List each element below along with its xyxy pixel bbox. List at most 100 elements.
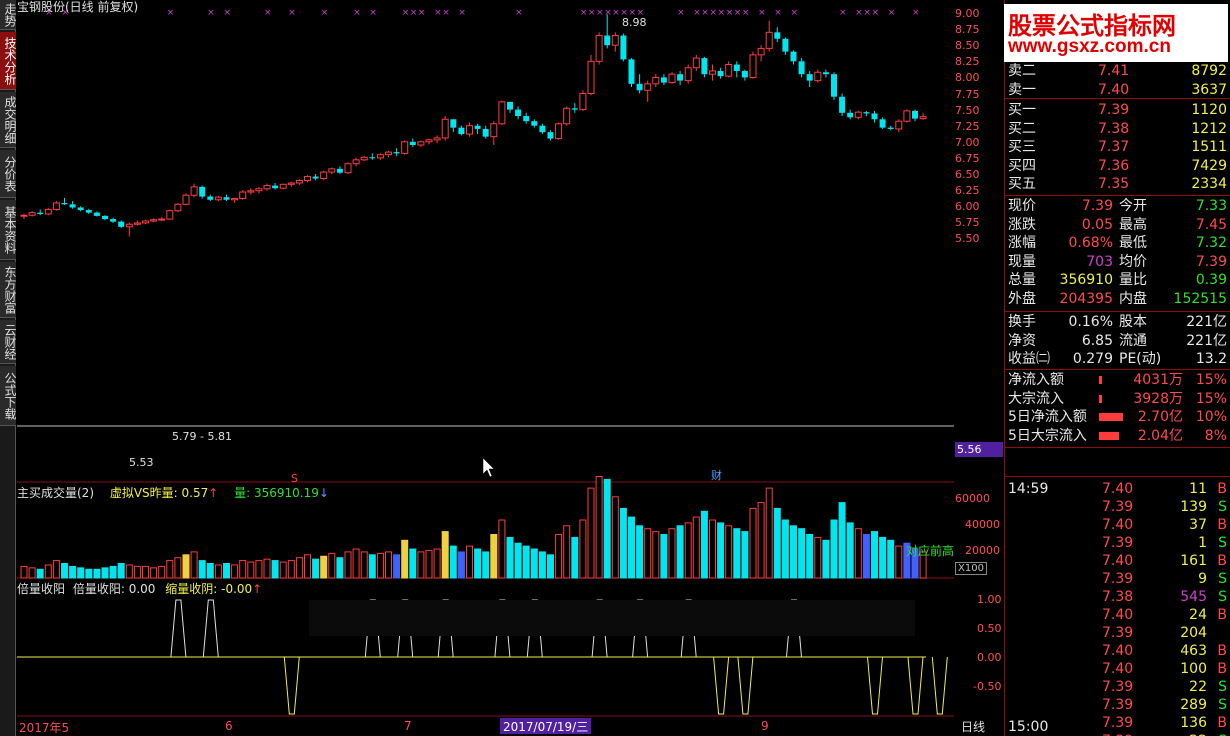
stats-row: 外盘 204395 内盘 152515 [1005,290,1230,309]
signal-x-mark: × [872,8,880,18]
tick-time-end: 15:00 [1008,719,1049,735]
volume-bar [530,548,538,579]
flow-bar [1099,431,1119,440]
flow-bar [1099,394,1102,403]
volume-bar [214,564,222,579]
chart-area[interactable]: × × × × × × × × × × × × × × × × × × × × × × × × × × × × × × × × × × × × × × × ×… [17,0,956,736]
tab-3[interactable]: 成交明细 [0,92,16,148]
price-axis-label: 8.00 [955,71,980,85]
stats-row: 现价 7.39 今开 7.33 [1005,197,1230,216]
separator [1005,447,1230,448]
signal-x-mark: × [912,8,920,18]
tick-side: B [1217,607,1227,623]
volume-bar [417,551,425,579]
candle [563,106,571,126]
volume-bar [190,551,198,579]
fund-value: 221亿 [1186,314,1227,330]
tick-row: 7.40 24 B [1005,606,1230,625]
volume-panel-header: 主买成交量(2) 虚拟VS昨量: 0.57↑ 量: 356910.19↓ [17,484,329,501]
tick-row: 7.38 545 S [1005,588,1230,607]
tick-price: 7.40 [1102,607,1134,623]
candle [52,201,60,211]
orderbook-volume: 1120 [1191,102,1227,118]
tab-5[interactable]: 基本资料 [0,200,16,260]
volume-bar [619,507,627,579]
signal-x-mark: × [855,8,863,18]
candle [174,202,182,212]
volume-bar [385,551,392,579]
tab-1[interactable]: 走势 [0,0,16,30]
tick-volume: 204 [1180,625,1207,641]
tab-2[interactable]: 技术分析 [0,32,16,90]
volume-bar [44,564,52,579]
volume-bar [336,557,344,579]
tick-side: B [1217,643,1227,659]
candle [668,72,676,84]
volume-bar [52,560,60,579]
volume-bar [368,554,376,579]
volume-bar [263,558,271,579]
tick-side: S [1218,499,1227,515]
tab-7[interactable]: 云财经 [0,320,16,364]
tick-volume: 545 [1180,589,1207,605]
volume-bar [798,528,806,579]
period-label[interactable]: 日线 [961,718,985,735]
tab-4[interactable]: 分价表 [0,150,16,198]
tab-8[interactable]: 公式下载 [0,366,16,426]
flow-bar [1099,413,1123,421]
current-price-tag: 5.56 [955,442,1003,457]
orderbook-label: 买四 [1008,157,1036,174]
fundamentals-row: 换手 0.16% 股本 221亿 [1005,313,1230,332]
orderbook-label: 卖二 [1008,63,1036,79]
candle [441,116,449,141]
flow-pct: 10% [1195,409,1227,425]
tick-volume: 139 [1180,499,1207,515]
stat-value: 7.33 [1195,198,1227,214]
candle [344,162,352,174]
volume-bar [838,502,846,579]
tick-side: S [1218,571,1227,587]
watermark-line2: www.gsxz.com.cn [1008,36,1171,57]
tab-6[interactable]: 东方财富 [0,262,16,318]
volume-bar [814,536,822,579]
tick-volume: 24 [1189,607,1207,623]
volume-bar [231,564,239,579]
volume-bar [700,510,708,579]
volume-bar [514,542,522,579]
vol-axis-label: 60000 [955,492,990,505]
tick-side: S [1218,535,1227,551]
cursor-date: 2017/07/19/三 [500,718,592,734]
tick-price: 7.40 [1102,481,1134,497]
candle [620,33,627,62]
stat-value: 356910 [1059,272,1113,288]
price-axis-label: 6.50 [955,168,980,181]
volume-bar [174,557,182,579]
volume-bar [198,560,206,579]
signal-x-mark: × [701,8,709,18]
volume-bar [287,560,295,579]
tick-volume: 22 [1189,679,1207,695]
signal-x-mark: × [588,8,596,18]
fund-value: 0.16% [1068,314,1113,330]
osc-axis-label: -0.50 [973,680,1002,693]
price-axis-label: 5.50 [955,232,980,246]
volume-bar [887,539,895,579]
tick-side: B [1217,661,1227,677]
volume-bar [660,534,668,579]
candle [839,93,846,117]
stat-value: 204395 [1059,290,1113,307]
volume-bar [279,561,287,579]
signal-x-mark: × [718,8,726,18]
signal-x-mark: × [734,8,742,18]
orderbook-volume: 1212 [1191,120,1227,137]
orderbook-price: 7.38 [1098,120,1130,137]
separator [1005,195,1230,196]
candle [182,193,190,206]
volume-bar [85,568,93,579]
volume-bar [457,551,465,579]
volume-bar [158,565,166,579]
orderbook-volume: 7429 [1191,157,1227,174]
stat-label: 涨跌 [1008,216,1036,233]
orderbook-price: 7.35 [1098,176,1130,192]
tick-price: 7.39 [1102,697,1134,713]
